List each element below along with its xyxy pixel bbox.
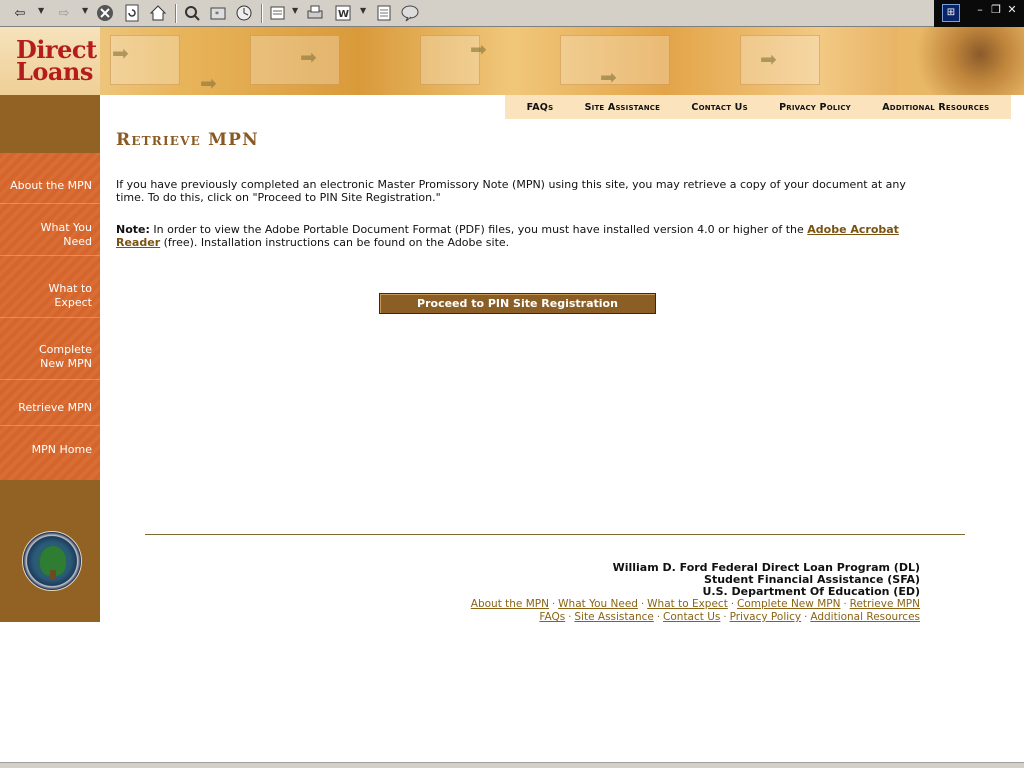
footer-divider	[145, 534, 965, 535]
sidebar-item-label: Complete	[38, 343, 92, 356]
window-controls: ⊞ – ❐ ✕	[934, 0, 1024, 27]
edit-dropdown-icon[interactable]: ▼	[360, 6, 366, 15]
note-paragraph: Note: In order to view the Adobe Portabl…	[116, 223, 936, 249]
banner-photo	[898, 27, 1024, 95]
print-icon[interactable]	[305, 4, 325, 22]
footer: William D. Ford Federal Direct Loan Prog…	[300, 562, 920, 624]
sidebar-item-about-the-mpn[interactable]: About the MPN	[0, 179, 100, 193]
sidebar-item-what-to-expect[interactable]: What to Expect	[0, 282, 100, 310]
top-navigation: FAQs Site Assistance Contact Us Privacy …	[505, 95, 1011, 119]
forward-dropdown-icon[interactable]: ▼	[82, 6, 88, 15]
sidebar-item-what-you-need[interactable]: What You Need	[0, 221, 100, 249]
sidebar-item-label: Need	[63, 235, 92, 248]
topnav-site-assistance[interactable]: Site Assistance	[585, 102, 661, 113]
sidebar-item-retrieve-mpn[interactable]: Retrieve MPN	[0, 401, 100, 415]
main-content: Retrieve MPN If you have previously comp…	[116, 130, 936, 249]
topnav-faqs[interactable]: FAQs	[527, 102, 554, 113]
restore-icon[interactable]: ❐	[988, 3, 1004, 17]
footer-link-what-to-expect[interactable]: What to Expect	[647, 598, 728, 610]
status-bar	[0, 762, 1024, 768]
search-icon[interactable]	[182, 4, 202, 22]
header-banner: ➡ ➡ ➡ ➡ ➡ ➡ Direct Loans	[0, 27, 1024, 95]
sidebar: About the MPN What You Need What to Expect…	[0, 95, 100, 622]
department-of-education-seal[interactable]	[22, 531, 82, 591]
back-icon[interactable]: ⇦	[10, 4, 30, 22]
footer-link-contact-us[interactable]: Contact Us	[663, 611, 720, 623]
close-icon[interactable]: ✕	[1004, 3, 1020, 17]
sidebar-item-label: Expect	[54, 296, 92, 309]
sidebar-item-label: What You	[40, 221, 92, 234]
page-title: Retrieve MPN	[116, 130, 259, 150]
topnav-privacy-policy[interactable]: Privacy Policy	[779, 102, 851, 113]
sidebar-item-complete-new-mpn[interactable]: Complete New MPN	[0, 343, 100, 371]
forward-icon[interactable]: ⇨	[54, 4, 74, 22]
sidebar-menu: About the MPN What You Need What to Expect…	[0, 153, 100, 480]
footer-link-retrieve-mpn[interactable]: Retrieve MPN	[850, 598, 920, 610]
footer-link-additional-resources[interactable]: Additional Resources	[810, 611, 920, 623]
edit-icon[interactable]: W	[333, 4, 353, 22]
footer-link-about-the-mpn[interactable]: About the MPN	[471, 598, 549, 610]
home-icon[interactable]	[148, 4, 168, 22]
topnav-contact-us[interactable]: Contact Us	[691, 102, 747, 113]
sidebar-item-label: What to	[48, 282, 92, 295]
topnav-additional-resources[interactable]: Additional Resources	[882, 102, 989, 113]
refresh-icon[interactable]	[122, 4, 142, 22]
sidebar-item-label: New MPN	[40, 357, 92, 370]
sidebar-item-label: About the MPN	[10, 179, 92, 192]
note-after-text: (free). Installation instructions can be…	[160, 236, 510, 249]
back-dropdown-icon[interactable]: ▼	[38, 6, 44, 15]
footer-link-privacy-policy[interactable]: Privacy Policy	[730, 611, 802, 623]
footer-link-site-assistance[interactable]: Site Assistance	[574, 611, 653, 623]
mail-icon[interactable]	[268, 4, 288, 22]
minimize-icon[interactable]: –	[972, 3, 988, 17]
favorites-icon[interactable]: *	[208, 4, 228, 22]
footer-link-what-you-need[interactable]: What You Need	[558, 598, 638, 610]
svg-text:W: W	[338, 9, 349, 20]
logo[interactable]: Direct Loans	[0, 27, 100, 95]
note-text: In order to view the Adobe Portable Docu…	[149, 223, 808, 236]
proceed-to-pin-site-registration-button[interactable]: Proceed to PIN Site Registration	[379, 293, 656, 314]
footer-link-faqs[interactable]: FAQs	[539, 611, 565, 623]
browser-toolbar: ⇦ ▼ ⇨ ▼ * ▼ W ▼	[0, 0, 1024, 27]
footer-link-complete-new-mpn[interactable]: Complete New MPN	[737, 598, 840, 610]
history-icon[interactable]	[234, 4, 254, 22]
logo-line-2: Loans	[16, 57, 93, 86]
sidebar-item-label: MPN Home	[31, 443, 92, 456]
mail-dropdown-icon[interactable]: ▼	[292, 6, 298, 15]
sidebar-item-label: Retrieve MPN	[18, 401, 92, 414]
note-label: Note:	[116, 223, 150, 236]
stop-icon[interactable]	[95, 4, 115, 22]
footer-links-row-2: FAQs · Site Assistance · Contact Us · Privacy …	[539, 611, 920, 623]
sidebar-item-mpn-home[interactable]: MPN Home	[0, 443, 100, 457]
messenger-icon[interactable]	[400, 4, 420, 22]
footer-links-row-1: About the MPN · What You Need · What to Expe…	[470, 598, 920, 610]
svg-text:*: *	[215, 10, 219, 19]
windows-logo-icon: ⊞	[942, 4, 960, 22]
intro-paragraph: If you have previously completed an elec…	[116, 178, 906, 204]
footer-ed-name: U.S. Department Of Education (ED)	[702, 585, 920, 598]
discuss-icon[interactable]	[374, 4, 394, 22]
